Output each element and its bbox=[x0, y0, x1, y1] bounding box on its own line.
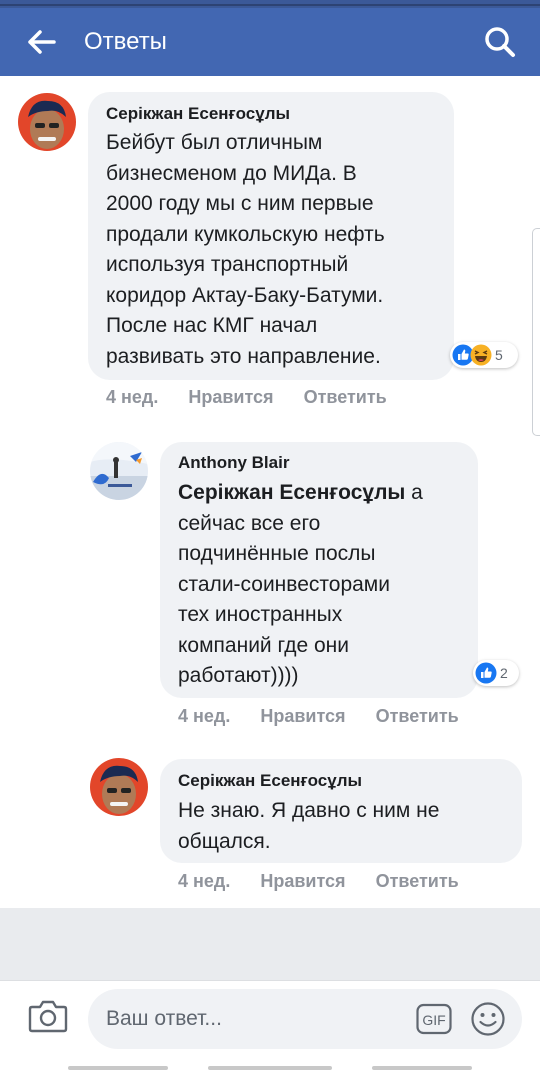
scroll-indicator[interactable] bbox=[532, 228, 540, 436]
like-button[interactable]: Нравится bbox=[260, 871, 345, 892]
text-line: продали кумкольскую нефть bbox=[106, 222, 385, 246]
comment-text: Бейбут был отличным бизнесменом до МИДа.… bbox=[106, 128, 446, 372]
status-bar bbox=[0, 0, 540, 8]
comment-text: Не знаю. Я давно с ним не общался. bbox=[178, 796, 516, 857]
emoji-icon bbox=[471, 1002, 505, 1036]
text-line: общался. bbox=[178, 829, 271, 853]
text-line: Не знаю. Я давно с ним не bbox=[178, 799, 440, 822]
text-line: 2000 году мы с ним первые bbox=[106, 192, 374, 215]
like-button[interactable]: Нравится bbox=[260, 706, 345, 727]
comment-text: Серікжан Есенғосұлы а сейчас все его под… bbox=[178, 478, 468, 692]
reply-button[interactable]: Ответить bbox=[376, 706, 459, 727]
reaction-summary[interactable]: 2 bbox=[473, 660, 519, 686]
text-line: сейчас все его bbox=[178, 511, 321, 535]
text-line: бизнесменом до МИДа. В bbox=[106, 161, 357, 185]
camera-icon bbox=[28, 1000, 68, 1033]
avatar[interactable] bbox=[90, 442, 148, 500]
comment-author[interactable]: Серікжан Есенғосұлы bbox=[106, 104, 290, 124]
comment-actions: 4 нед. Нравится Ответить bbox=[178, 871, 459, 892]
page-title: Ответы bbox=[84, 28, 167, 55]
back-arrow-icon bbox=[28, 30, 56, 54]
like-button[interactable]: Нравится bbox=[188, 387, 273, 408]
nav-back-hint[interactable] bbox=[68, 1066, 168, 1070]
avatar[interactable] bbox=[90, 758, 148, 816]
text-fragment: а bbox=[405, 481, 423, 504]
reaction-count: 2 bbox=[500, 665, 508, 681]
comment-time[interactable]: 4 нед. bbox=[178, 871, 230, 892]
text-line: компаний где они bbox=[178, 633, 349, 657]
comment-actions: 4 нед. Нравится Ответить bbox=[106, 387, 387, 408]
nav-home-hint[interactable] bbox=[208, 1066, 332, 1070]
nav-recent-hint[interactable] bbox=[372, 1066, 472, 1070]
like-icon bbox=[475, 662, 497, 684]
reply-button[interactable]: Ответить bbox=[376, 871, 459, 892]
emoji-button[interactable] bbox=[470, 1001, 506, 1037]
text-line: Серікжан Есенғосұлы а bbox=[178, 478, 468, 509]
text-line: Бейбут был отличным bbox=[106, 131, 323, 154]
text-line: развивать это направление. bbox=[106, 344, 381, 368]
mention-link[interactable]: Серікжан Есенғосұлы bbox=[178, 481, 405, 504]
gif-button[interactable]: GIF bbox=[416, 1002, 452, 1036]
text-line: используя транспортный bbox=[106, 253, 349, 276]
text-line: тех иностранных bbox=[178, 603, 343, 626]
empty-area bbox=[0, 908, 540, 980]
haha-icon bbox=[470, 344, 492, 366]
comment-author[interactable]: Серікжан Есенғосұлы bbox=[178, 771, 362, 791]
comment-time[interactable]: 4 нед. bbox=[178, 706, 230, 727]
avatar[interactable] bbox=[18, 93, 76, 151]
svg-text:GIF: GIF bbox=[422, 1012, 445, 1028]
reaction-summary[interactable]: 5 bbox=[450, 342, 518, 368]
comment-time[interactable]: 4 нед. bbox=[106, 387, 158, 408]
text-line: стали-соинвесторами bbox=[178, 572, 390, 596]
gif-icon: GIF bbox=[416, 1003, 452, 1035]
search-icon bbox=[485, 27, 515, 57]
text-line: коридор Актау-Баку-Батуми. bbox=[106, 283, 384, 307]
back-button[interactable] bbox=[22, 22, 62, 62]
reaction-count: 5 bbox=[495, 347, 503, 363]
reply-button[interactable]: Ответить bbox=[304, 387, 387, 408]
comment-actions: 4 нед. Нравится Ответить bbox=[178, 706, 459, 727]
avatar-photo bbox=[18, 93, 76, 151]
system-nav-bar bbox=[0, 1066, 540, 1072]
reply-composer: GIF bbox=[0, 980, 540, 1079]
camera-button[interactable] bbox=[28, 998, 68, 1038]
text-line: подчинённые послы bbox=[178, 542, 376, 565]
reply-input[interactable] bbox=[106, 1001, 406, 1037]
reply-input-container: GIF bbox=[88, 989, 522, 1049]
text-line: работают)))) bbox=[178, 664, 299, 687]
search-button[interactable] bbox=[480, 22, 520, 62]
comment-author[interactable]: Anthony Blair bbox=[178, 453, 289, 473]
avatar-photo bbox=[90, 442, 148, 500]
top-app-bar: Ответы bbox=[0, 8, 540, 76]
text-line: После нас КМГ начал bbox=[106, 314, 318, 337]
avatar-photo bbox=[90, 758, 148, 816]
